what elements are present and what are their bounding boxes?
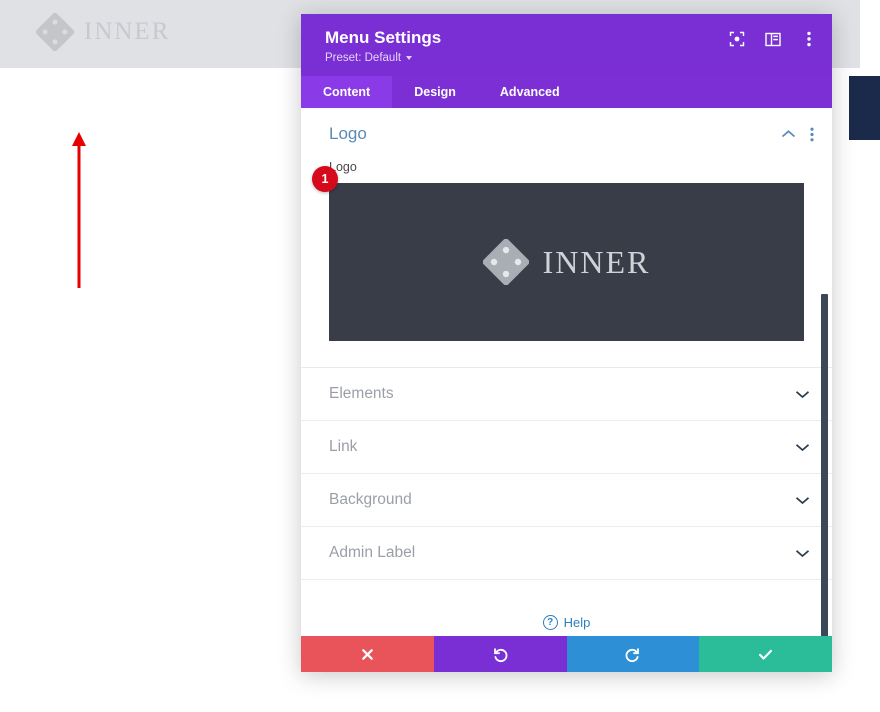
modal-header-actions [728,30,818,48]
menu-settings-modal: Menu Settings Preset: Default Content De… [301,14,832,672]
logo-preview: INNER [482,239,651,285]
modal-tabs: Content Design Advanced [301,76,832,108]
cancel-button[interactable] [301,636,434,672]
logo-image-upload[interactable]: 1 INNER [312,166,804,341]
screen: INNER Menu Settings Preset: Default Cont… [0,0,880,712]
tab-content[interactable]: Content [301,76,393,108]
chevron-down-icon [795,442,810,452]
logo-section-header[interactable]: Logo [301,108,832,154]
section-elements-label: Elements [329,385,394,402]
section-admin-label[interactable]: Admin Label [301,527,832,580]
logo-section-actions [781,127,814,142]
chevron-down-icon [406,56,413,60]
chevron-down-icon [795,389,810,399]
site-logo-text: INNER [84,18,171,45]
section-elements[interactable]: Elements [301,368,832,421]
modal-action-bar [301,636,832,672]
logo-section-title: Logo [329,124,367,143]
preset-selector[interactable]: Preset: Default [325,52,413,64]
more-vertical-icon[interactable] [810,127,814,142]
tab-advanced[interactable]: Advanced [478,76,582,108]
step-badge: 1 [312,166,338,192]
logo-field-label: Logo [329,160,357,174]
undo-button[interactable] [433,636,567,672]
section-link[interactable]: Link [301,421,832,474]
preset-label: Preset: Default [325,52,402,64]
question-circle-icon: ? [542,615,558,630]
section-admin-label-label: Admin Label [329,544,416,561]
redo-button[interactable] [566,636,700,672]
tab-design[interactable]: Design [392,76,478,108]
help-label: Help [563,615,591,630]
help-link[interactable]: ? Help [301,615,832,630]
section-link-label: Link [329,438,358,455]
diamond-cluster-icon [482,239,529,285]
navy-accent-block [849,76,880,140]
scrollbar-thumb[interactable] [821,294,828,636]
red-up-arrow-annotation [72,132,86,288]
logo-preview-text: INNER [542,243,651,280]
chevron-up-icon[interactable] [781,129,796,139]
site-logo[interactable]: INNER [36,13,170,51]
settings-panel-body: Logo Logo 1 INNER Elements Link Backgrou… [301,108,832,636]
save-button[interactable] [699,636,832,672]
diamond-cluster-icon [36,13,74,51]
chevron-down-icon [795,495,810,505]
focus-icon[interactable] [728,30,746,48]
section-background[interactable]: Background [301,474,832,527]
chevron-down-icon [795,548,810,558]
layout-split-icon[interactable] [764,30,782,48]
modal-header: Menu Settings Preset: Default [301,14,832,76]
section-background-label: Background [329,491,412,508]
more-vertical-icon[interactable] [800,30,818,48]
